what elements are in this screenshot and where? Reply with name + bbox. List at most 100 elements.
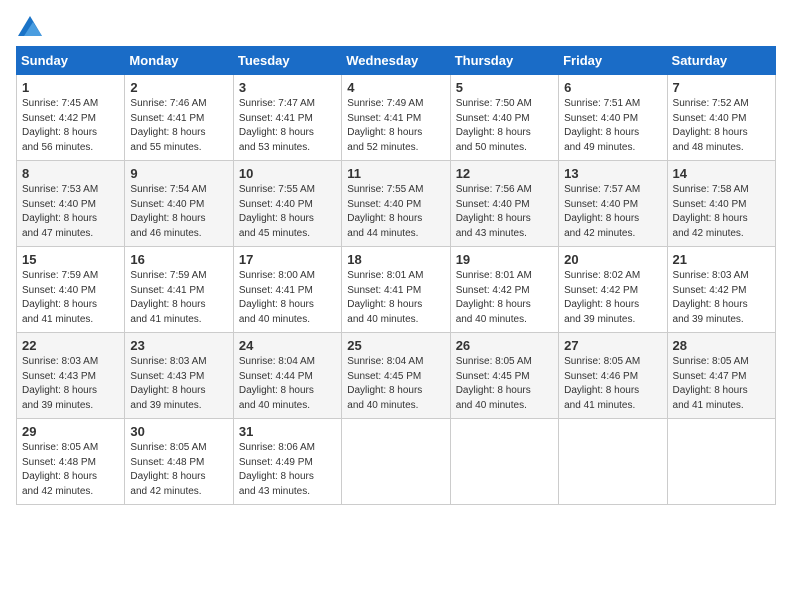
cell-content: Sunrise: 7:52 AMSunset: 4:40 PMDaylight:…: [673, 97, 770, 155]
cell-content: Sunrise: 7:55 AMSunset: 4:40 PMDaylight:…: [347, 183, 444, 241]
day-number: 22: [22, 338, 119, 353]
calendar-cell: [559, 419, 667, 505]
calendar-cell: 8Sunrise: 7:53 AMSunset: 4:40 PMDaylight…: [17, 161, 125, 247]
calendar-cell: 19 Sunrise: 8:01 AMSunset: 4:42 PMDayligh…: [450, 247, 558, 333]
day-number: 23: [130, 338, 227, 353]
day-number: 14: [673, 166, 770, 181]
page-header: [16, 16, 776, 36]
day-number: 28: [673, 338, 770, 353]
day-number: 20: [564, 252, 661, 267]
cell-content: Sunrise: 8:00 AMSunset: 4:41 PMDaylight:…: [239, 269, 336, 327]
calendar-day-header-saturday: Saturday: [667, 47, 775, 75]
day-number: 24: [239, 338, 336, 353]
cell-content: Sunrise: 8:02 AMSunset: 4:42 PMDaylight:…: [564, 269, 661, 327]
calendar-cell: 24 Sunrise: 8:04 AMSunset: 4:44 PMDayligh…: [233, 333, 341, 419]
cell-content: Sunrise: 7:57 AMSunset: 4:40 PMDaylight:…: [564, 183, 661, 241]
cell-content: Sunrise: 8:03 AMSunset: 4:43 PMDaylight:…: [130, 355, 227, 413]
calendar-cell: 18 Sunrise: 8:01 AMSunset: 4:41 PMDayligh…: [342, 247, 450, 333]
cell-content: Sunrise: 7:58 AMSunset: 4:40 PMDaylight:…: [673, 183, 770, 241]
calendar-cell: 25 Sunrise: 8:04 AMSunset: 4:45 PMDayligh…: [342, 333, 450, 419]
day-number: 17: [239, 252, 336, 267]
day-number: 5: [456, 80, 553, 95]
day-number: 1: [22, 80, 119, 95]
day-number: 27: [564, 338, 661, 353]
day-number: 12: [456, 166, 553, 181]
cell-content: Sunrise: 7:49 AMSunset: 4:41 PMDaylight:…: [347, 97, 444, 155]
day-number: 4: [347, 80, 444, 95]
cell-content: Sunrise: 7:50 AMSunset: 4:40 PMDaylight:…: [456, 97, 553, 155]
day-number: 6: [564, 80, 661, 95]
cell-content: Sunrise: 8:05 AMSunset: 4:46 PMDaylight:…: [564, 355, 661, 413]
cell-content: Sunrise: 8:01 AMSunset: 4:42 PMDaylight:…: [456, 269, 553, 327]
calendar-day-header-tuesday: Tuesday: [233, 47, 341, 75]
cell-content: Sunrise: 8:03 AMSunset: 4:43 PMDaylight:…: [22, 355, 119, 413]
day-number: 16: [130, 252, 227, 267]
calendar-day-header-wednesday: Wednesday: [342, 47, 450, 75]
cell-content: Sunrise: 8:04 AMSunset: 4:44 PMDaylight:…: [239, 355, 336, 413]
calendar-cell: 11 Sunrise: 7:55 AMSunset: 4:40 PMDayligh…: [342, 161, 450, 247]
day-number: 21: [673, 252, 770, 267]
calendar-day-header-monday: Monday: [125, 47, 233, 75]
day-number: 31: [239, 424, 336, 439]
cell-content: Sunrise: 8:05 AMSunset: 4:45 PMDaylight:…: [456, 355, 553, 413]
cell-content: Sunrise: 7:53 AMSunset: 4:40 PMDaylight:…: [22, 183, 119, 241]
day-number: 18: [347, 252, 444, 267]
calendar-cell: 3Sunrise: 7:47 AMSunset: 4:41 PMDaylight…: [233, 75, 341, 161]
calendar-day-header-friday: Friday: [559, 47, 667, 75]
calendar-cell: 26 Sunrise: 8:05 AMSunset: 4:45 PMDayligh…: [450, 333, 558, 419]
calendar-week-row: 22 Sunrise: 8:03 AMSunset: 4:43 PMDayligh…: [17, 333, 776, 419]
calendar-cell: 13 Sunrise: 7:57 AMSunset: 4:40 PMDayligh…: [559, 161, 667, 247]
calendar-week-row: 8Sunrise: 7:53 AMSunset: 4:40 PMDaylight…: [17, 161, 776, 247]
calendar-day-header-sunday: Sunday: [17, 47, 125, 75]
day-number: 26: [456, 338, 553, 353]
day-number: 9: [130, 166, 227, 181]
cell-content: Sunrise: 8:06 AMSunset: 4:49 PMDaylight:…: [239, 441, 336, 499]
day-number: 29: [22, 424, 119, 439]
day-number: 15: [22, 252, 119, 267]
calendar-cell: [450, 419, 558, 505]
calendar-cell: 20 Sunrise: 8:02 AMSunset: 4:42 PMDayligh…: [559, 247, 667, 333]
cell-content: Sunrise: 8:01 AMSunset: 4:41 PMDaylight:…: [347, 269, 444, 327]
calendar-cell: 5 Sunrise: 7:50 AMSunset: 4:40 PMDaylight…: [450, 75, 558, 161]
calendar-cell: [667, 419, 775, 505]
day-number: 25: [347, 338, 444, 353]
cell-content: Sunrise: 7:56 AMSunset: 4:40 PMDaylight:…: [456, 183, 553, 241]
cell-content: Sunrise: 7:59 AMSunset: 4:40 PMDaylight:…: [22, 269, 119, 327]
calendar-week-row: 15 Sunrise: 7:59 AMSunset: 4:40 PMDayligh…: [17, 247, 776, 333]
cell-content: Sunrise: 8:05 AMSunset: 4:48 PMDaylight:…: [130, 441, 227, 499]
day-number: 11: [347, 166, 444, 181]
calendar-cell: 14 Sunrise: 7:58 AMSunset: 4:40 PMDayligh…: [667, 161, 775, 247]
calendar-week-row: 29 Sunrise: 8:05 AMSunset: 4:48 PMDayligh…: [17, 419, 776, 505]
cell-content: Sunrise: 7:47 AMSunset: 4:41 PMDaylight:…: [239, 97, 336, 155]
day-number: 13: [564, 166, 661, 181]
calendar-cell: 29Sunrise: 8:05 AMSunset: 4:48 PMDayligh…: [17, 419, 125, 505]
calendar-cell: [342, 419, 450, 505]
calendar-cell: 22 Sunrise: 8:03 AMSunset: 4:43 PMDayligh…: [17, 333, 125, 419]
day-number: 2: [130, 80, 227, 95]
calendar-day-header-thursday: Thursday: [450, 47, 558, 75]
day-number: 19: [456, 252, 553, 267]
calendar-cell: 27 Sunrise: 8:05 AMSunset: 4:46 PMDayligh…: [559, 333, 667, 419]
calendar-cell: 7 Sunrise: 7:52 AMSunset: 4:40 PMDaylight…: [667, 75, 775, 161]
calendar-cell: 28 Sunrise: 8:05 AMSunset: 4:47 PMDayligh…: [667, 333, 775, 419]
cell-content: Sunrise: 7:51 AMSunset: 4:40 PMDaylight:…: [564, 97, 661, 155]
calendar-cell: 2Sunrise: 7:46 AMSunset: 4:41 PMDaylight…: [125, 75, 233, 161]
calendar-cell: 12 Sunrise: 7:56 AMSunset: 4:40 PMDayligh…: [450, 161, 558, 247]
calendar-table: SundayMondayTuesdayWednesdayThursdayFrid…: [16, 46, 776, 505]
day-number: 7: [673, 80, 770, 95]
calendar-cell: 15 Sunrise: 7:59 AMSunset: 4:40 PMDayligh…: [17, 247, 125, 333]
cell-content: Sunrise: 8:04 AMSunset: 4:45 PMDaylight:…: [347, 355, 444, 413]
calendar-cell: 17 Sunrise: 8:00 AMSunset: 4:41 PMDayligh…: [233, 247, 341, 333]
calendar-cell: 30 Sunrise: 8:05 AMSunset: 4:48 PMDayligh…: [125, 419, 233, 505]
calendar-header-row: SundayMondayTuesdayWednesdayThursdayFrid…: [17, 47, 776, 75]
logo: [16, 16, 42, 36]
cell-content: Sunrise: 7:55 AMSunset: 4:40 PMDaylight:…: [239, 183, 336, 241]
cell-content: Sunrise: 8:05 AMSunset: 4:47 PMDaylight:…: [673, 355, 770, 413]
day-number: 30: [130, 424, 227, 439]
calendar-cell: 23 Sunrise: 8:03 AMSunset: 4:43 PMDayligh…: [125, 333, 233, 419]
calendar-cell: 21Sunrise: 8:03 AMSunset: 4:42 PMDayligh…: [667, 247, 775, 333]
calendar-cell: 16Sunrise: 7:59 AMSunset: 4:41 PMDayligh…: [125, 247, 233, 333]
day-number: 10: [239, 166, 336, 181]
cell-content: Sunrise: 7:45 AMSunset: 4:42 PMDaylight:…: [22, 97, 119, 155]
logo-icon: [18, 16, 42, 36]
